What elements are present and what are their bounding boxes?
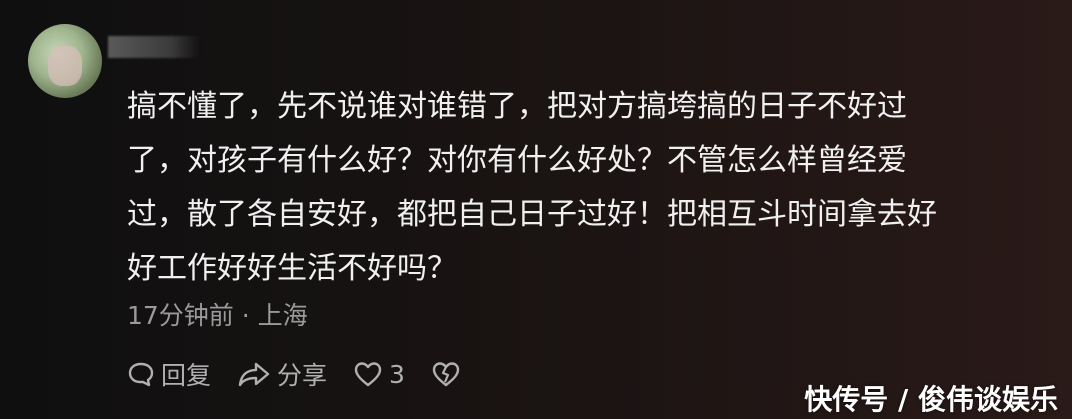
reply-button[interactable]: 回复 (127, 356, 211, 392)
reply-label: 回复 (161, 361, 212, 390)
like-count: 3 (389, 359, 405, 389)
share-label: 分享 (277, 361, 328, 390)
watermark: 快传号 / 俊伟谈娱乐 (804, 383, 1058, 416)
username-blurred[interactable] (108, 36, 200, 58)
avatar[interactable] (28, 24, 102, 98)
heart-icon (354, 362, 382, 387)
comment-timestamp-location: 17分钟前 · 上海 (127, 301, 308, 330)
dislike-button[interactable] (431, 360, 467, 388)
share-icon (238, 362, 270, 387)
comment-line-4: 好工作好好生活不好吗？ (127, 251, 457, 286)
comment-text: 搞不懂了，先不说谁对谁错了，把对方搞垮搞的日子不好过 了，对孩子有什么好？对你有… (127, 80, 1037, 296)
dislike-heart-icon (432, 362, 460, 387)
comment-actions: 回复 分享 3 (127, 356, 493, 392)
comment-line-2: 了，对孩子有什么好？对你有什么好处？不管怎么样曾经爱 (127, 143, 907, 178)
reply-icon (128, 362, 154, 387)
comment-line-3: 过，散了各自安好，都把自己日子过好！把相互斗时间拿去好 (127, 197, 937, 232)
comment-line-1: 搞不懂了，先不说谁对谁错了，把对方搞垮搞的日子不好过 (127, 89, 907, 124)
share-button[interactable]: 分享 (237, 356, 327, 392)
like-button[interactable]: 3 (353, 360, 405, 389)
